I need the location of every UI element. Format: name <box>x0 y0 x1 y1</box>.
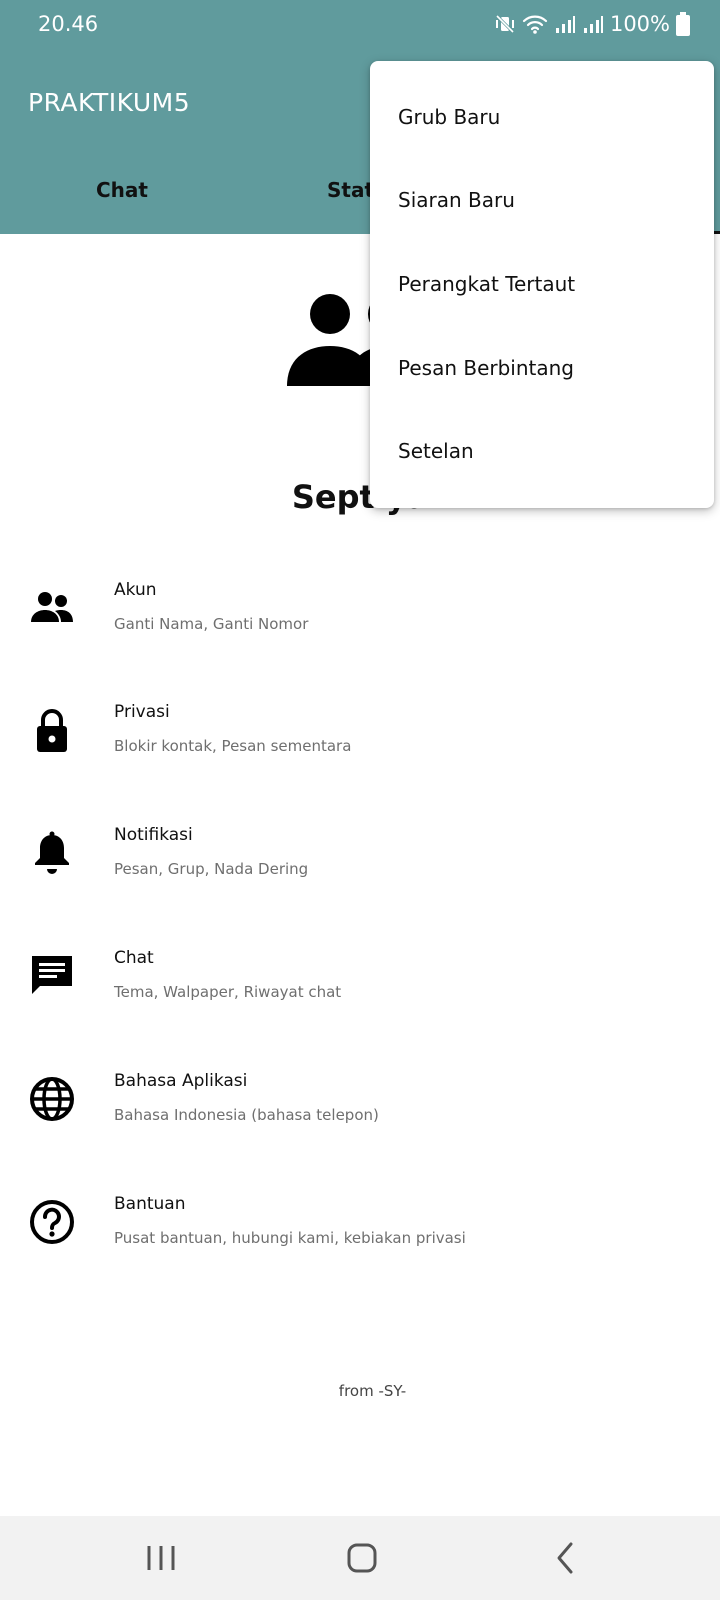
settings-item-subtitle: Ganti Nama, Ganti Nomor <box>114 615 309 633</box>
chat-icon <box>28 952 76 1000</box>
tab-chat[interactable]: Chat <box>96 178 148 202</box>
settings-item-title: Bahasa Aplikasi <box>114 1071 248 1091</box>
recents-icon[interactable] <box>139 1538 183 1578</box>
footer-text: from -SY- <box>338 1382 407 1400</box>
account-icon <box>28 584 76 632</box>
back-icon[interactable] <box>543 1538 587 1578</box>
app-title: PRAKTIKUM5 <box>28 88 191 117</box>
status-bar: 20.46 100% <box>0 0 720 54</box>
settings-item-privasi[interactable]: Privasi Blokir kontak, Pesan sementara <box>0 682 720 792</box>
globe-icon <box>28 1075 76 1123</box>
settings-item-title: Notifikasi <box>114 825 193 845</box>
settings-item-subtitle: Blokir kontak, Pesan sementara <box>114 737 352 755</box>
settings-item-title: Bantuan <box>114 1194 186 1214</box>
settings-item-title: Chat <box>114 948 154 968</box>
signal-icon <box>554 13 576 35</box>
bell-icon <box>28 829 76 877</box>
status-time: 20.46 <box>38 12 99 36</box>
menu-item-perangkat-tertaut[interactable]: Perangkat Tertaut <box>398 272 575 296</box>
settings-item-title: Privasi <box>114 702 170 722</box>
mute-vibrate-icon <box>494 13 516 35</box>
system-nav-bar <box>0 1516 720 1600</box>
menu-item-pesan-berbintang[interactable]: Pesan Berbintang <box>398 356 574 380</box>
settings-item-akun[interactable]: Akun Ganti Nama, Ganti Nomor <box>0 560 720 670</box>
settings-item-chat[interactable]: Chat Tema, Walpaper, Riwayat chat <box>0 928 720 1038</box>
menu-item-grub-baru[interactable]: Grub Baru <box>398 105 500 129</box>
signal-icon <box>582 13 604 35</box>
home-icon[interactable] <box>340 1538 384 1578</box>
menu-item-siaran-baru[interactable]: Siaran Baru <box>398 188 515 212</box>
battery-icon <box>676 12 690 36</box>
wifi-icon <box>522 13 548 35</box>
settings-item-bahasa[interactable]: Bahasa Aplikasi Bahasa Indonesia (bahasa… <box>0 1051 720 1161</box>
settings-item-bantuan[interactable]: Bantuan Pusat bantuan, hubungi kami, keb… <box>0 1174 720 1284</box>
settings-item-subtitle: Pesan, Grup, Nada Dering <box>114 860 309 878</box>
help-icon <box>28 1198 76 1246</box>
settings-item-notifikasi[interactable]: Notifikasi Pesan, Grup, Nada Dering <box>0 805 720 915</box>
overflow-menu: Grub Baru Siaran Baru Perangkat Tertaut … <box>370 61 714 508</box>
menu-item-setelan[interactable]: Setelan <box>398 439 474 463</box>
settings-item-subtitle: Pusat bantuan, hubungi kami, kebiakan pr… <box>114 1229 466 1247</box>
status-icons: 100% <box>494 12 690 36</box>
settings-item-subtitle: Bahasa Indonesia (bahasa telepon) <box>114 1106 379 1124</box>
settings-item-subtitle: Tema, Walpaper, Riwayat chat <box>114 983 342 1001</box>
settings-item-title: Akun <box>114 580 157 600</box>
battery-text: 100% <box>609 12 670 36</box>
lock-icon <box>28 706 76 754</box>
